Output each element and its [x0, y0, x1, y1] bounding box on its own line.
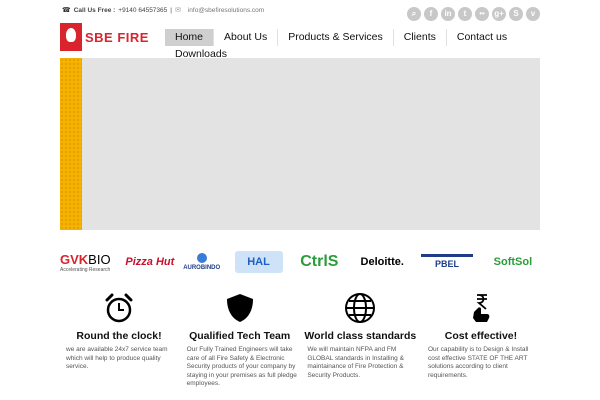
gvk-name: GVK	[60, 251, 89, 267]
client-logo-deloitte: Deloitte.	[360, 256, 404, 268]
client-logos: GVKBIO Accelerating Research Pizza Hut A…	[60, 243, 540, 281]
feature-world-class: World class standards We will maintain N…	[301, 290, 419, 389]
feature-title: World class standards	[304, 330, 417, 342]
alarm-clock-icon	[60, 290, 178, 326]
feature-text: we are available 24x7 service team which…	[66, 346, 168, 370]
aurobindo-mark-icon	[196, 253, 207, 263]
feature-qualified-team: Qualified Tech Team Our Fully Trained En…	[181, 290, 299, 389]
email-link[interactable]: info@sbefiresolutions.com	[188, 7, 264, 14]
contact-bar: ☎ Call Us Free : +9140 64557365 | ✉ info…	[62, 6, 264, 15]
features-section: Round the clock! we are available 24x7 s…	[60, 290, 540, 389]
skype-icon[interactable]: S	[509, 7, 523, 21]
client-logo-aurobindo: AUROBINDO	[182, 244, 222, 280]
gvk-bio: BIO	[88, 251, 111, 267]
rupee-hand-icon	[422, 290, 540, 326]
nav-home[interactable]: Home	[165, 29, 215, 46]
shield-icon	[181, 290, 299, 326]
separator: |	[170, 6, 172, 14]
site-logo[interactable]: SBE FIRE	[60, 22, 163, 52]
nav-products-services[interactable]: Products & Services	[278, 29, 394, 46]
nav-about-us[interactable]: About Us	[214, 29, 279, 46]
feature-title: Round the clock!	[76, 330, 162, 342]
nav-clients[interactable]: Clients	[394, 29, 447, 46]
twitter-icon[interactable]: t	[458, 7, 472, 21]
flame-icon	[60, 23, 82, 51]
feature-text: Our capability is to Design & Install co…	[427, 346, 529, 379]
client-logo-hal: HAL	[234, 251, 283, 273]
client-logo-pizza-hut: Pizza Hut	[125, 256, 175, 268]
client-logo-ctrls: CtrlS	[300, 253, 339, 270]
logo-text: SBE FIRE	[85, 29, 149, 45]
client-logo-gvk: GVKBIO Accelerating Research	[60, 244, 118, 280]
client-logo-pbel: PBEL	[421, 253, 474, 271]
globe-icon	[301, 290, 419, 326]
phone-label: Call Us Free :	[73, 6, 116, 14]
feature-text: Our Fully Trained Engineers will take ca…	[186, 346, 297, 387]
vimeo-icon[interactable]: v	[526, 7, 540, 21]
hero-slider[interactable]	[60, 58, 540, 230]
nav-contact-us[interactable]: Contact us	[447, 29, 517, 46]
feature-round-the-clock: Round the clock! we are available 24x7 s…	[60, 290, 178, 389]
feature-cost-effective: Cost effective! Our capability is to Des…	[422, 290, 540, 389]
social-links: ⌕ f in t •• g+ S v	[407, 7, 540, 21]
mail-icon: ✉	[174, 7, 181, 14]
feature-title: Qualified Tech Team	[189, 330, 291, 342]
gvk-tagline: Accelerating Research	[60, 266, 111, 273]
linkedin-icon[interactable]: in	[441, 7, 455, 21]
aurobindo-name: AUROBINDO	[183, 265, 221, 271]
googleplus-icon[interactable]: g+	[492, 7, 506, 21]
feature-text: We will maintain NFPA and FM GLOBAL stan…	[307, 346, 404, 379]
client-logo-softsol: SoftSol	[493, 256, 533, 268]
phone-icon: ☎	[62, 7, 71, 14]
feature-title: Cost effective!	[444, 330, 518, 342]
phone-number: +9140 64557365	[118, 6, 168, 14]
flickr-icon[interactable]: ••	[475, 7, 489, 21]
facebook-icon[interactable]: f	[424, 7, 438, 21]
slider-image-strip	[60, 58, 82, 230]
search-icon[interactable]: ⌕	[407, 7, 421, 21]
